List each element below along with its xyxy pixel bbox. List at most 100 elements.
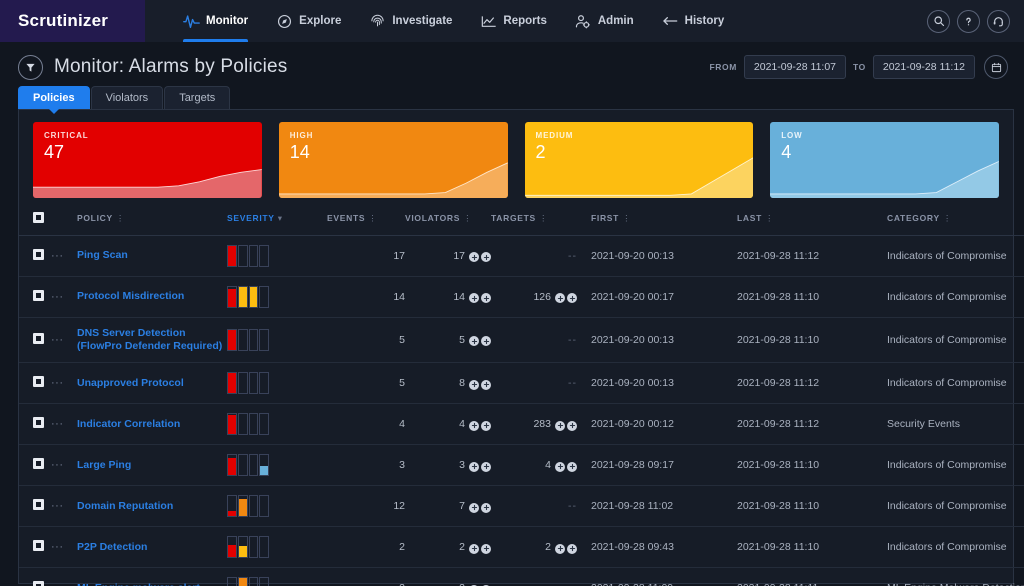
nav-item-admin[interactable]: Admin <box>561 0 648 42</box>
th-violators[interactable]: VIOLATORS ⋮ <box>405 206 491 236</box>
severity-card-medium[interactable]: MEDIUM 2 <box>524 122 754 198</box>
add-filter-icon[interactable] <box>555 461 565 472</box>
column-options-icon[interactable]: ⋮ <box>460 213 472 223</box>
table-row[interactable]: ··· Protocol Misdirection 14 14 126 2021-09-2… <box>19 276 1024 318</box>
severity-bar[interactable] <box>227 329 269 352</box>
from-date-input[interactable]: 2021-09-28 11:07 <box>743 55 847 79</box>
policy-link[interactable]: Indicator Correlation <box>77 418 227 431</box>
sort-indicator-icon[interactable]: ▾ <box>275 213 283 223</box>
severity-bar[interactable] <box>227 577 269 586</box>
exclude-filter-icon[interactable] <box>481 420 491 431</box>
th-targets[interactable]: TARGETS ⋮ <box>491 206 577 236</box>
severity-bar[interactable] <box>227 245 269 267</box>
add-filter-icon[interactable] <box>469 336 479 347</box>
th-category[interactable]: CATEGORY ⋮ <box>877 206 1024 236</box>
add-filter-icon[interactable] <box>469 293 479 304</box>
tab-policies[interactable]: Policies <box>18 86 90 114</box>
exclude-filter-icon[interactable] <box>481 461 491 472</box>
add-filter-icon[interactable] <box>469 543 479 554</box>
column-options-icon[interactable]: ⋮ <box>113 213 125 223</box>
policy-link[interactable]: Domain Reputation <box>77 500 227 513</box>
row-checkbox[interactable] <box>33 540 44 552</box>
table-row[interactable]: ···ML Engine malware alert22--2021-09-28… <box>19 567 1024 586</box>
severity-bar[interactable] <box>227 372 269 395</box>
exclude-filter-icon[interactable] <box>567 420 577 431</box>
add-filter-icon[interactable] <box>555 543 565 554</box>
th-last[interactable]: LAST ⋮ <box>727 206 877 236</box>
column-options-icon[interactable]: ⋮ <box>365 213 377 223</box>
nav-item-history[interactable]: History <box>648 0 739 42</box>
row-checkbox[interactable] <box>33 417 44 429</box>
th-events[interactable]: EVENTS ⋮ <box>327 206 405 236</box>
ellipsis-icon[interactable]: ··· <box>51 541 64 553</box>
ellipsis-icon[interactable]: ··· <box>51 291 64 303</box>
exclude-filter-icon[interactable] <box>481 379 491 390</box>
exclude-filter-icon[interactable] <box>481 336 491 347</box>
row-checkbox[interactable] <box>33 581 44 586</box>
column-options-icon[interactable]: ⋮ <box>940 213 952 223</box>
search-icon[interactable] <box>927 9 950 33</box>
policy-link[interactable]: Large Ping <box>77 459 227 472</box>
table-row[interactable]: ··· P2P Detection 2 2 2 2021-09-28 09:43 2021-… <box>19 526 1024 569</box>
policy-link[interactable]: Protocol Misdirection <box>77 290 227 303</box>
add-filter-icon[interactable] <box>555 420 565 431</box>
row-checkbox[interactable] <box>33 376 44 388</box>
column-options-icon[interactable]: ⋮ <box>762 213 774 223</box>
exclude-filter-icon[interactable] <box>481 293 491 304</box>
policy-link[interactable]: ML Engine malware alert <box>77 582 227 586</box>
table-row[interactable]: ··· DNS Server Detection (FlowPro Defende… <box>19 317 1024 364</box>
add-filter-icon[interactable] <box>555 293 565 304</box>
policy-link[interactable]: DNS Server Detection (FlowPro Defender R… <box>77 327 227 353</box>
tab-violators[interactable]: Violators <box>90 86 164 109</box>
support-headset-icon[interactable] <box>987 9 1010 33</box>
exclude-filter-icon[interactable] <box>567 543 577 554</box>
calendar-icon[interactable] <box>984 55 1008 79</box>
row-checkbox[interactable] <box>33 290 44 301</box>
severity-card-low[interactable]: LOW 4 <box>770 122 999 198</box>
tab-targets[interactable]: Targets <box>164 86 231 109</box>
row-checkbox[interactable] <box>33 458 44 470</box>
table-row[interactable]: ··· Unapproved Protocol 5 8 -- 2021-09-20 00:… <box>19 362 1024 405</box>
table-row[interactable]: ··· Large Ping 3 3 4 2021-09-28 09:17 2021-09-… <box>19 444 1024 487</box>
row-checkbox[interactable] <box>33 249 44 260</box>
column-options-icon[interactable]: ⋮ <box>536 213 548 223</box>
funnel-icon[interactable] <box>18 54 43 80</box>
policy-link[interactable]: Unapproved Protocol <box>77 377 227 390</box>
table-row[interactable]: ··· Domain Reputation 12 7 -- 2021-09-28 11:0… <box>19 485 1024 528</box>
th-policy[interactable]: POLICY ⋮ <box>77 206 227 236</box>
to-date-input[interactable]: 2021-09-28 11:12 <box>872 55 975 79</box>
add-filter-icon[interactable] <box>469 379 479 390</box>
severity-bar[interactable] <box>227 495 269 518</box>
severity-bar[interactable] <box>227 454 269 477</box>
th-severity[interactable]: SEVERITY ▾ <box>227 206 327 236</box>
add-filter-icon[interactable] <box>469 420 479 431</box>
column-options-icon[interactable]: ⋮ <box>619 213 631 223</box>
select-all-checkbox[interactable] <box>33 212 44 223</box>
nav-item-monitor[interactable]: Monitor <box>169 0 262 42</box>
severity-bar[interactable] <box>227 413 269 436</box>
ellipsis-icon[interactable]: ··· <box>51 377 64 389</box>
nav-item-reports[interactable]: Reports <box>466 0 560 42</box>
add-filter-icon[interactable] <box>469 461 479 472</box>
row-checkbox[interactable] <box>33 333 44 345</box>
severity-bar[interactable] <box>227 536 269 559</box>
exclude-filter-icon[interactable] <box>567 461 577 472</box>
severity-card-high[interactable]: HIGH 14 <box>278 122 508 198</box>
th-first[interactable]: FIRST ⋮ <box>577 206 727 236</box>
ellipsis-icon[interactable]: ··· <box>51 250 64 262</box>
exclude-filter-icon[interactable] <box>481 543 491 554</box>
severity-card-critical[interactable]: CRITICAL 47 <box>33 122 262 198</box>
add-filter-icon[interactable] <box>469 502 479 513</box>
ellipsis-icon[interactable]: ··· <box>51 500 64 512</box>
exclude-filter-icon[interactable] <box>481 502 491 513</box>
table-row[interactable]: ··· Indicator Correlation 4 4 283 2021-09-20 … <box>19 403 1024 446</box>
exclude-filter-icon[interactable] <box>481 252 491 263</box>
ellipsis-icon[interactable]: ··· <box>51 418 64 430</box>
severity-bar[interactable] <box>227 286 269 308</box>
table-row[interactable]: ··· Ping Scan 17 17 -- 2021-09-20 00:13 2021-0… <box>19 235 1024 277</box>
exclude-filter-icon[interactable] <box>567 293 577 304</box>
ellipsis-icon[interactable]: ··· <box>51 582 64 586</box>
add-filter-icon[interactable] <box>469 252 479 263</box>
app-logo[interactable]: Scrutinizer <box>0 0 145 42</box>
row-checkbox[interactable] <box>33 499 44 511</box>
